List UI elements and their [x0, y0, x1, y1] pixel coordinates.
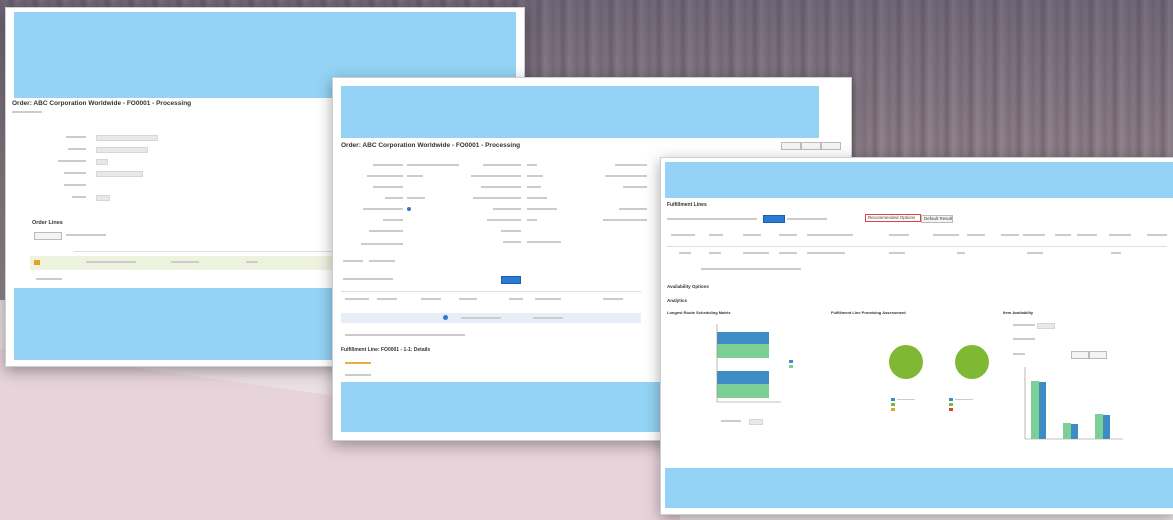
pie-chart-1: [889, 345, 923, 379]
search-button[interactable]: [1071, 351, 1089, 359]
order-title: Order: ABC Corporation Worldwide - FO000…: [341, 142, 521, 149]
scale-select[interactable]: [749, 419, 763, 425]
bar-s2-c1: [1039, 382, 1046, 439]
availability-options-heading: Availability Options: [667, 284, 709, 289]
fulfillment-details-heading: Fulfillment Line: FO0001 - 1-1: Details: [341, 347, 431, 353]
actions-button[interactable]: [34, 232, 62, 240]
analytics-heading: Analytics: [667, 298, 688, 303]
chart-right-title: Item Availability: [1003, 310, 1034, 315]
apply-button[interactable]: [501, 276, 521, 284]
bar-s2-c2: [717, 384, 769, 398]
order-title: Order: ABC Corporation Worldwide - FO000…: [12, 100, 192, 107]
item-availability-chart: [1024, 367, 1123, 440]
default-result-button[interactable]: Default Result: [921, 215, 953, 223]
redaction-band-bottom: [665, 468, 1173, 508]
chart-mid-title: Fulfillment Line Promising Assessment: [831, 310, 906, 315]
chart-left-title: Longest Route Scheduling Matrix: [667, 310, 731, 315]
redaction-band-top: [665, 162, 1173, 198]
done-button[interactable]: [821, 142, 841, 150]
bar-s1-c1: [1031, 381, 1039, 439]
recommended-options-button[interactable]: Recommended Options: [865, 214, 921, 222]
redaction-band-top: [341, 86, 819, 138]
bar-s2-c1: [717, 344, 769, 358]
refresh-button[interactable]: [801, 142, 821, 150]
bar-s1-c2: [717, 371, 769, 384]
screenshot-availability: Fulfillment Lines Recommended Options De…: [660, 157, 1173, 515]
bar-s1-c2: [1063, 423, 1071, 439]
bar-s2-c3: [1103, 415, 1110, 439]
history-button[interactable]: [781, 142, 801, 150]
bar-s2-c2: [1071, 424, 1078, 439]
bar-s1-c1: [717, 332, 769, 344]
reset-button[interactable]: [1089, 351, 1107, 359]
legend-swatch-1: [789, 360, 793, 363]
fulfillment-lines-heading: Fulfillment Lines: [667, 202, 707, 208]
order-lines-heading: Order Lines: [32, 220, 63, 226]
bar-s1-c3: [1095, 414, 1103, 439]
route-scheduling-chart: [716, 324, 793, 403]
create-button[interactable]: [763, 215, 785, 223]
pie-chart-2: [955, 345, 989, 379]
legend-swatch-2: [789, 365, 793, 368]
